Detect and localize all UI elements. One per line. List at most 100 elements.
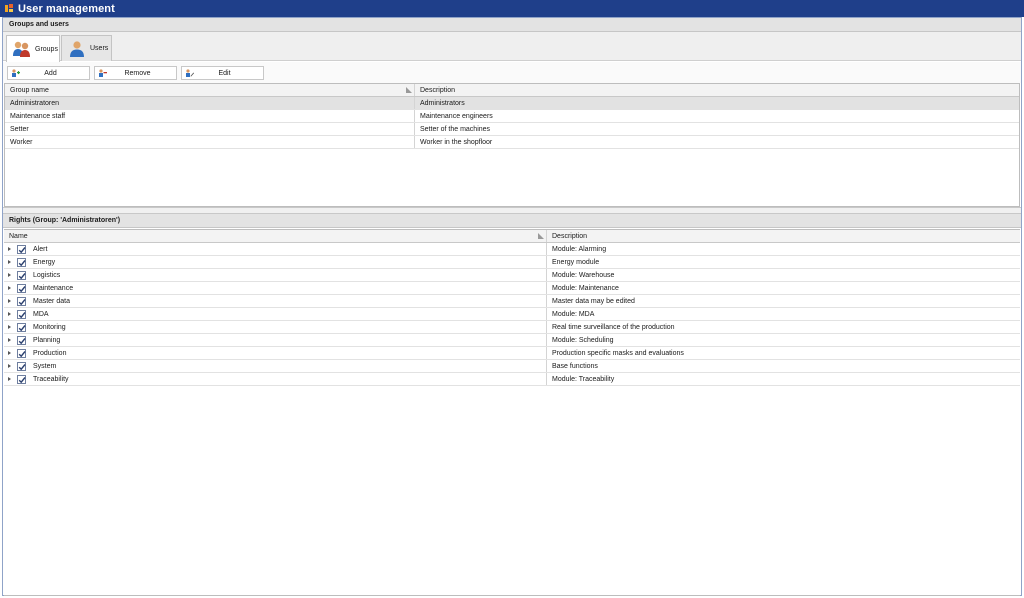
expand-arrow-icon[interactable] (8, 273, 11, 277)
group-description-cell: Setter of the machines (420, 126, 491, 133)
edit-button[interactable]: Edit (181, 66, 264, 80)
tree-row[interactable]: Master data Master data may be edited (4, 295, 1020, 308)
tree-row[interactable]: System Base functions (4, 360, 1020, 373)
right-name-cell: Logistics (33, 272, 61, 279)
panel-splitter[interactable] (3, 207, 1021, 214)
rights-table-header: Name Description (4, 230, 1020, 243)
groups-table-header: Group name Description (5, 84, 1019, 97)
right-description-cell: Module: Traceability (552, 376, 615, 383)
tree-row[interactable]: Production Production specific masks and … (4, 347, 1020, 360)
tree-row[interactable]: MDA Module: MDA (4, 308, 1020, 321)
column-header-rights-description[interactable]: Description (547, 230, 1017, 243)
window-titlebar: User management (0, 0, 1024, 17)
right-checkbox[interactable] (17, 349, 26, 358)
tab-groups-label: Groups (35, 45, 58, 53)
groups-section-header: Groups and users (3, 18, 1021, 32)
user-icon (67, 40, 87, 58)
checkmark-icon (18, 325, 26, 332)
right-checkbox[interactable] (17, 258, 26, 267)
group-name-cell: Administratoren (10, 100, 60, 107)
expand-arrow-icon[interactable] (8, 338, 11, 342)
table-row[interactable]: Administratoren Administrators (5, 97, 1019, 110)
right-name-cell: Monitoring (33, 324, 66, 331)
checkmark-icon (18, 299, 26, 306)
right-description-cell: Energy module (552, 259, 600, 266)
right-checkbox[interactable] (17, 336, 26, 345)
remove-button[interactable]: Remove (94, 66, 177, 80)
remove-group-icon (98, 69, 107, 77)
column-header-group-name[interactable]: Group name (5, 84, 414, 97)
right-description-cell: Module: Warehouse (552, 272, 615, 279)
right-description-cell: Module: Maintenance (552, 285, 619, 292)
users-group-icon (12, 40, 32, 58)
right-checkbox[interactable] (17, 375, 26, 384)
column-header-description[interactable]: Description (415, 84, 1015, 97)
right-description-cell: Module: Scheduling (552, 337, 614, 344)
rights-table-body: Alert Module: Alarming Energy Energy module… (4, 243, 1020, 386)
group-name-cell: Worker (10, 139, 33, 146)
remove-button-label: Remove (124, 69, 151, 77)
edit-button-label: Edit (218, 69, 231, 77)
tab-users[interactable]: Users (61, 35, 112, 61)
right-name-cell: System (33, 363, 57, 370)
groups-table: Group name Description Administratoren Ad… (4, 83, 1020, 207)
checkmark-icon (18, 247, 26, 254)
right-name-cell: Maintenance (33, 285, 74, 292)
tree-row[interactable]: Traceability Module: Traceability (4, 373, 1020, 386)
checkmark-icon (18, 351, 26, 358)
right-name-cell: MDA (33, 311, 49, 318)
expand-arrow-icon[interactable] (8, 351, 11, 355)
right-description-cell: Real time surveillance of the production (552, 324, 675, 331)
expand-arrow-icon[interactable] (8, 364, 11, 368)
window-title: User management (18, 2, 115, 15)
tree-row[interactable]: Logistics Module: Warehouse (4, 269, 1020, 282)
groups-table-body: Administratoren Administrators Maintenance… (5, 97, 1019, 149)
tree-row[interactable]: Planning Module: Scheduling (4, 334, 1020, 347)
add-button[interactable]: Add (7, 66, 90, 80)
right-name-cell: Traceability (33, 376, 69, 383)
tree-row[interactable]: Monitoring Real time surveillance of the … (4, 321, 1020, 334)
expand-arrow-icon[interactable] (8, 312, 11, 316)
expand-arrow-icon[interactable] (8, 325, 11, 329)
tab-groups[interactable]: Groups (6, 35, 60, 62)
group-name-cell: Maintenance staff (10, 113, 66, 120)
expand-arrow-icon[interactable] (8, 286, 11, 290)
edit-group-icon (185, 69, 194, 77)
checkmark-icon (18, 364, 26, 371)
expand-arrow-icon[interactable] (8, 260, 11, 264)
right-name-cell: Alert (33, 246, 48, 253)
checkmark-icon (18, 338, 26, 345)
group-name-cell: Setter (10, 126, 29, 133)
user-management-panel: Groups and users Groups Users Add Remove… (2, 17, 1022, 596)
right-checkbox[interactable] (17, 284, 26, 293)
right-checkbox[interactable] (17, 310, 26, 319)
right-checkbox[interactable] (17, 297, 26, 306)
expand-arrow-icon[interactable] (8, 299, 11, 303)
right-name-cell: Energy (33, 259, 56, 266)
right-description-cell: Production specific masks and evaluation… (552, 350, 684, 357)
right-checkbox[interactable] (17, 271, 26, 280)
add-button-label: Add (44, 69, 57, 77)
checkmark-icon (18, 286, 26, 293)
table-row[interactable]: Maintenance staff Maintenance engineers (5, 110, 1019, 123)
right-checkbox[interactable] (17, 362, 26, 371)
table-row[interactable]: Worker Worker in the shopfloor (5, 136, 1019, 149)
right-checkbox[interactable] (17, 245, 26, 254)
checkmark-icon (18, 260, 26, 267)
right-description-cell: Master data may be edited (552, 298, 635, 305)
right-description-cell: Module: MDA (552, 311, 595, 318)
group-description-cell: Worker in the shopfloor (420, 139, 493, 146)
expand-arrow-icon[interactable] (8, 247, 11, 251)
sort-indicator-icon (406, 87, 412, 93)
right-name-cell: Master data (33, 298, 70, 305)
table-row[interactable]: Setter Setter of the machines (5, 123, 1019, 136)
add-group-icon (11, 69, 20, 77)
expand-arrow-icon[interactable] (8, 377, 11, 381)
rights-section-header: Rights (Group: 'Administratoren') (3, 214, 1021, 228)
right-name-cell: Planning (33, 337, 61, 344)
column-header-name[interactable]: Name (4, 230, 544, 243)
right-checkbox[interactable] (17, 323, 26, 332)
tree-row[interactable]: Maintenance Module: Maintenance (4, 282, 1020, 295)
tree-row[interactable]: Alert Module: Alarming (4, 243, 1020, 256)
tree-row[interactable]: Energy Energy module (4, 256, 1020, 269)
